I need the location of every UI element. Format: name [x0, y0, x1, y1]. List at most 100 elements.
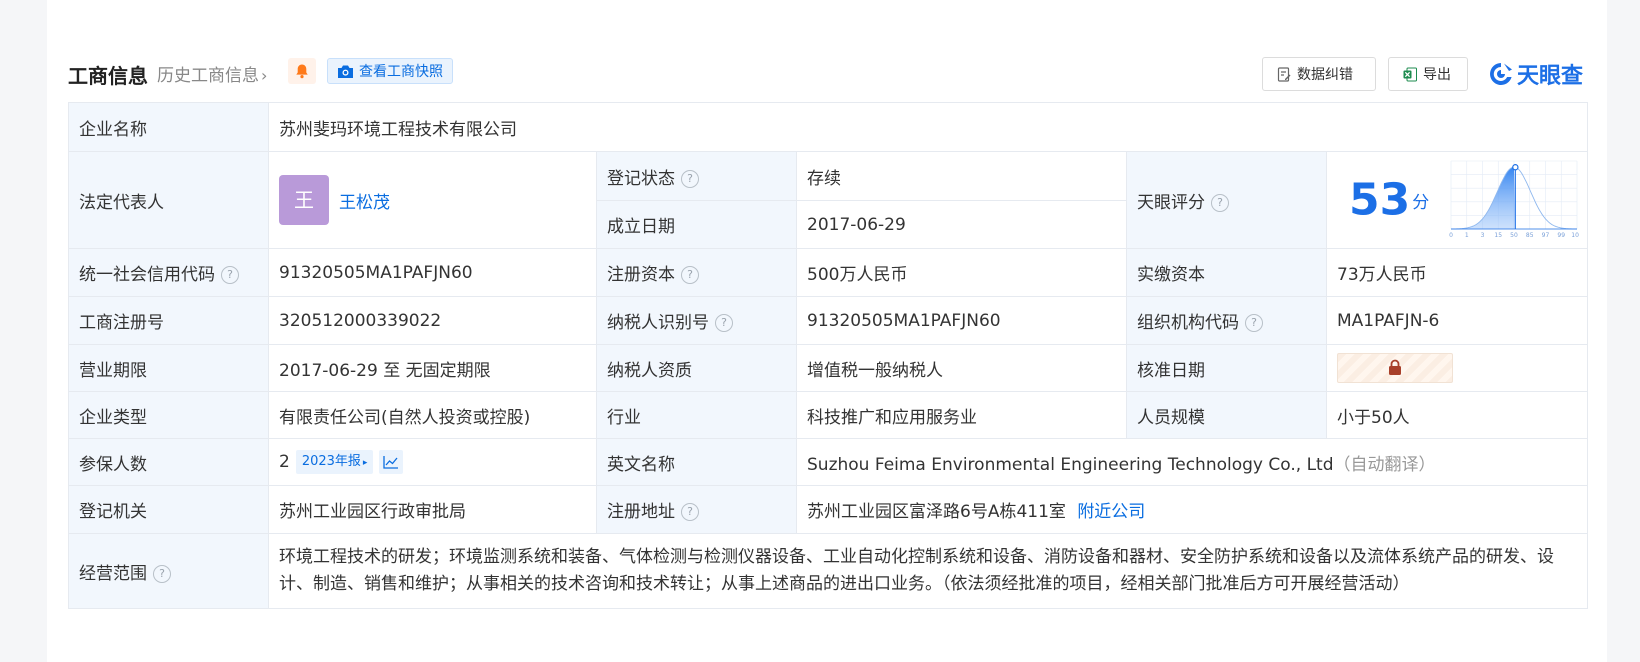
- score-distribution-chart: 0 1 3 15 50 85 97 99 100: [1449, 160, 1583, 239]
- help-icon[interactable]: ?: [153, 564, 171, 583]
- address-label-cell: 注册地址?: [596, 485, 797, 534]
- approval-date-cell: [1325, 344, 1589, 392]
- help-icon[interactable]: ?: [681, 266, 699, 284]
- address-cell: 苏州工业园区富泽路6号A栋411室 附近公司: [795, 485, 1589, 534]
- insured-value: 2: [279, 452, 290, 472]
- history-info-label: 历史工商信息: [157, 66, 259, 86]
- scope-label-cell: 经营范围?: [68, 533, 269, 609]
- export-label: 导出: [1423, 67, 1451, 83]
- score-label: 天眼评分: [1137, 192, 1205, 213]
- taxpayer-type-label: 纳税人资质: [596, 344, 797, 392]
- score-value: 53: [1349, 174, 1411, 226]
- credit-code-value: 91320505MA1PAFJN60: [268, 248, 597, 297]
- company-type-value: 有限责任公司(自然人投资或控股): [268, 391, 597, 439]
- help-icon[interactable]: ?: [1245, 314, 1263, 332]
- table-row: 登记机关 苏州工业园区行政审批局 注册地址? 苏州工业园区富泽路6号A栋411室…: [68, 485, 1589, 534]
- org-code-label: 组织机构代码: [1137, 313, 1239, 333]
- legal-rep-name-link[interactable]: 王松茂: [339, 193, 390, 213]
- score-axis-tick: 100: [1571, 232, 1579, 239]
- taxpayer-id-value: 91320505MA1PAFJN60: [796, 296, 1127, 345]
- address-label: 注册地址: [607, 502, 675, 522]
- table-row: 营业期限 2017-06-29 至 无固定期限 纳税人资质 增值税一般纳税人 核…: [68, 344, 1589, 392]
- score-axis-tick: 99: [1557, 232, 1565, 239]
- score-label-cell: 天眼评分?: [1126, 151, 1327, 249]
- camera-icon: [338, 65, 353, 78]
- auto-translate-note: （自动翻译）: [1333, 454, 1436, 475]
- help-icon[interactable]: ?: [1211, 193, 1229, 212]
- score-axis-tick: 0: [1449, 232, 1453, 239]
- english-name-value: Suzhou Feima Environmental Engineering T…: [807, 454, 1334, 475]
- insured-label: 参保人数: [68, 438, 269, 486]
- data-correction-button[interactable]: 数据纠错: [1262, 57, 1376, 91]
- trend-chart-icon: [383, 456, 399, 469]
- founded-label: 成立日期: [596, 200, 797, 249]
- taxpayer-id-label-cell: 纳税人识别号?: [596, 296, 797, 345]
- reg-status-label-cell: 登记状态?: [596, 151, 797, 201]
- score-cell[interactable]: 53分 0 1 3 15 50 85 97 99 100: [1325, 151, 1589, 249]
- help-icon[interactable]: ?: [221, 266, 239, 284]
- english-name-cell: Suzhou Feima Environmental Engineering T…: [795, 438, 1589, 486]
- company-type-label: 企业类型: [68, 391, 269, 439]
- industry-value: 科技推广和应用服务业: [796, 391, 1127, 439]
- scope-value: 环境工程技术的研发；环境监测系统和装备、气体检测与检测仪器设备、工业自动化控制系…: [267, 533, 1589, 609]
- table-row: 企业类型 有限责任公司(自然人投资或控股) 行业 科技推广和应用服务业 人员规模…: [68, 391, 1589, 439]
- edit-document-icon: [1277, 66, 1291, 82]
- trend-chart-button[interactable]: [379, 450, 404, 474]
- table-row: 法定代表人 王王松茂 登记状态? 存续 天眼评分? 53 分 0 1 3 15 50 85 9…: [68, 151, 1589, 249]
- annual-report-label: 2023年报: [301, 454, 361, 469]
- excel-icon: [1403, 67, 1417, 81]
- term-label: 营业期限: [68, 344, 269, 392]
- table-row: 企业名称 苏州斐玛环境工程技术有限公司: [68, 102, 1589, 152]
- table-row: 参保人数 2 2023年报 ▸ 英文名称 Suzhou Feima Environm…: [68, 438, 1589, 486]
- section-title: 工商信息: [68, 64, 148, 88]
- export-button[interactable]: 导出: [1388, 57, 1468, 91]
- company-name-value: 苏州斐玛环境工程技术有限公司: [267, 102, 1589, 152]
- vip-locked-field[interactable]: [1337, 353, 1453, 383]
- monitor-bell-button[interactable]: [288, 58, 316, 84]
- taxpayer-id-label: 纳税人识别号: [607, 313, 709, 333]
- term-value: 2017-06-29 至 无固定期限: [268, 344, 597, 392]
- avatar[interactable]: 王: [279, 175, 329, 225]
- view-snapshot-button[interactable]: 查看工商快照: [327, 58, 453, 84]
- history-info-link[interactable]: 历史工商信息 ›: [157, 61, 267, 86]
- staff-size-label: 人员规模: [1126, 391, 1327, 439]
- annual-report-badge[interactable]: 2023年报 ▸: [295, 450, 374, 474]
- taxpayer-type-value: 增值税一般纳税人: [796, 344, 1127, 392]
- credit-code-label: 统一社会信用代码: [79, 265, 215, 285]
- score-axis-tick: 97: [1541, 232, 1549, 239]
- score-axis-tick: 3: [1480, 232, 1484, 239]
- reg-status-label: 登记状态: [607, 168, 675, 189]
- chevron-right-icon: ›: [261, 66, 268, 85]
- reg-no-value: 320512000339022: [268, 296, 597, 345]
- tianyancha-eye-icon: [1490, 63, 1512, 85]
- org-code-value: MA1PAFJN-6: [1325, 296, 1589, 345]
- tianyancha-logo: 天眼查: [1488, 58, 1583, 90]
- paid-capital-label: 实缴资本: [1126, 248, 1327, 297]
- authority-label: 登记机关: [68, 485, 269, 534]
- approval-date-label: 核准日期: [1126, 344, 1327, 392]
- brand-name: 天眼查: [1517, 64, 1584, 89]
- table-row: 经营范围? 环境工程技术的研发；环境监测系统和装备、气体检测与检测仪器设备、工业…: [68, 533, 1589, 609]
- help-icon[interactable]: ?: [681, 169, 699, 188]
- reg-no-label: 工商注册号: [68, 296, 269, 345]
- reg-capital-value: 500万人民币: [796, 248, 1127, 297]
- authority-value: 苏州工业园区行政审批局: [268, 485, 597, 534]
- paid-capital-value: 73万人民币: [1325, 248, 1589, 297]
- legal-rep-label: 法定代表人: [68, 151, 269, 249]
- score-axis-tick: 85: [1526, 232, 1534, 239]
- help-icon[interactable]: ?: [681, 503, 699, 521]
- founded-value: 2017-06-29: [796, 200, 1127, 249]
- help-icon[interactable]: ?: [715, 314, 733, 332]
- business-info-table: 企业名称 苏州斐玛环境工程技术有限公司 法定代表人 王王松茂 登记状态? 存续 …: [68, 102, 1589, 609]
- reg-capital-label: 注册资本: [607, 265, 675, 285]
- address-value: 苏州工业园区富泽路6号A栋411室: [807, 502, 1066, 522]
- lock-icon: [1389, 359, 1401, 375]
- score-axis-tick: 50: [1510, 232, 1518, 239]
- nearby-companies-link[interactable]: 附近公司: [1077, 502, 1145, 522]
- company-name-label: 企业名称: [68, 102, 269, 152]
- caret-right-icon: ▸: [362, 458, 368, 468]
- industry-label: 行业: [596, 391, 797, 439]
- score-unit: 分: [1412, 192, 1430, 213]
- data-correction-label: 数据纠错: [1297, 67, 1353, 83]
- score-axis-tick: 15: [1494, 232, 1502, 239]
